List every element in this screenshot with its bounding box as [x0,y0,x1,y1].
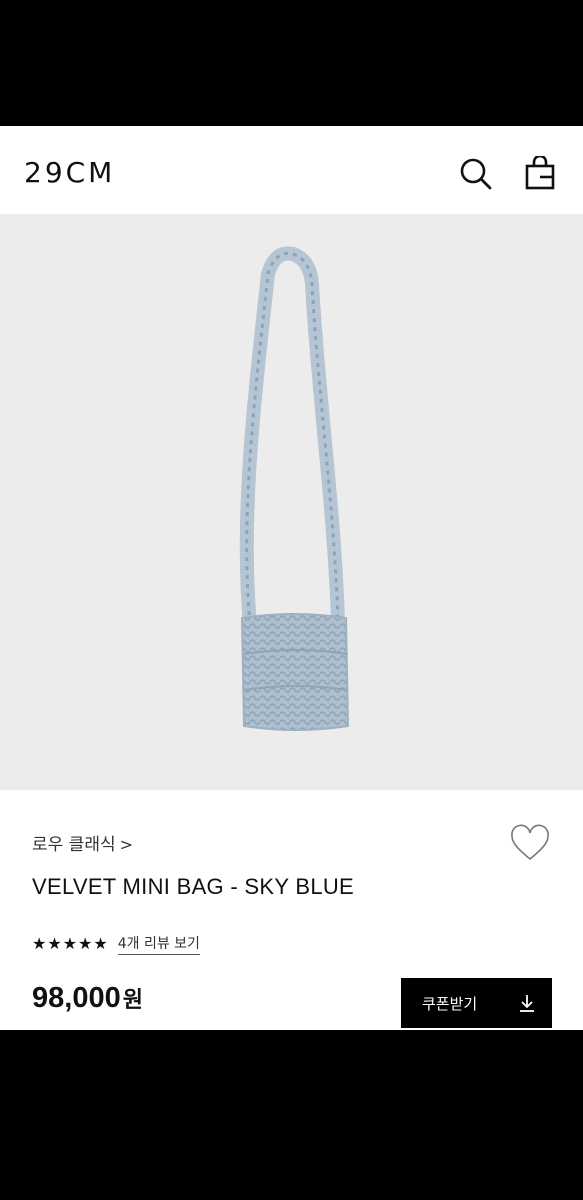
rating-stars: ★ ★ ★ ★ ★ [32,936,108,952]
app-header: 29CM [0,126,583,214]
navigation-bar-area [0,1030,583,1200]
product-image[interactable] [0,214,583,790]
product-title: VELVET MINI BAG - SKY BLUE [32,874,355,899]
price: 98,000원 [32,982,143,1015]
status-bar-area [0,0,583,126]
shopping-bag-icon[interactable] [523,156,557,190]
download-icon [520,995,534,1012]
rating-row: ★ ★ ★ ★ ★ 4개 리뷰 보기 [32,933,200,955]
star-icon: ★ [47,934,62,953]
star-icon: ★ [93,934,108,953]
logo[interactable]: 29CM [24,156,115,189]
price-unit: 원 [122,988,143,1013]
coupon-label: 쿠폰받기 [422,995,478,1013]
star-icon: ★ [32,934,47,953]
price-value: 98,000 [32,982,121,1014]
product-page: 29CM 로우 클래식 > VELVET MINI BAG - SKY BLUE… [0,126,583,1030]
brand-name: 로우 클래식 [32,835,116,855]
bag-illustration [239,246,350,731]
star-icon: ★ [62,934,78,953]
review-link[interactable]: 4개 리뷰 보기 [117,933,200,955]
heart-icon[interactable] [510,824,550,864]
chevron-right-icon: > [119,835,134,854]
coupon-download-button[interactable]: 쿠폰받기 [401,978,552,1028]
brand-link[interactable]: 로우 클래식 > [32,830,133,855]
search-icon[interactable] [458,156,492,190]
product-info: 로우 클래식 > VELVET MINI BAG - SKY BLUE ★ ★ ★… [0,790,583,1030]
star-icon: ★ [78,934,93,953]
